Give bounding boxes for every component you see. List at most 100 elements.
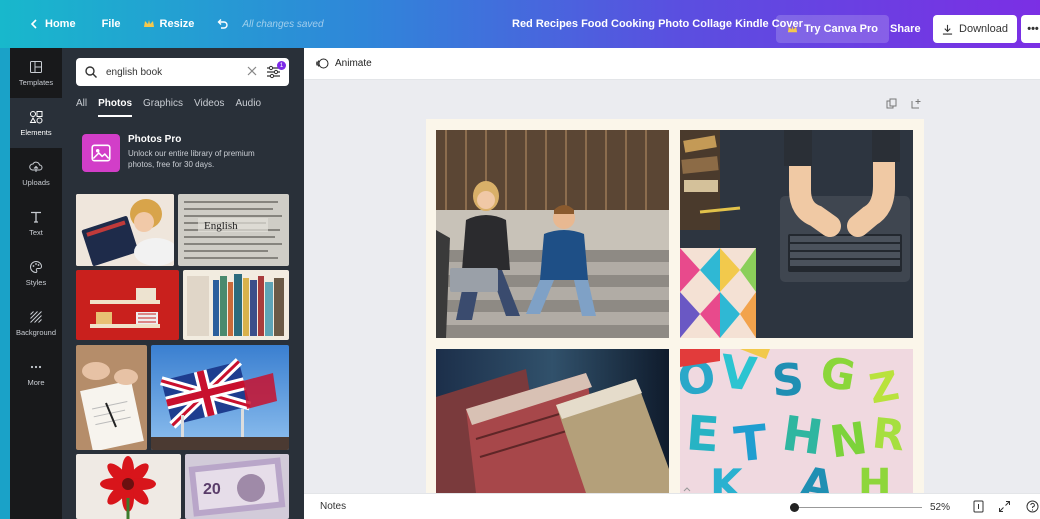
tab-graphics[interactable]: Graphics: [143, 98, 183, 117]
svg-text:R: R: [870, 408, 907, 460]
tab-photos[interactable]: Photos: [98, 98, 133, 117]
svg-text:V: V: [718, 349, 759, 402]
zoom-slider-track[interactable]: [790, 507, 922, 508]
top-bar: Home File Resize All changes saved Red R…: [0, 0, 1040, 48]
svg-text:20: 20: [203, 481, 221, 498]
chevron-up-icon: [683, 487, 691, 492]
download-button[interactable]: Download: [933, 15, 1017, 43]
side-navigation: Templates Elements Uploads Text Styles B…: [10, 48, 62, 519]
svg-text:K: K: [710, 460, 744, 493]
duplicate-page-icon[interactable]: [886, 98, 897, 109]
more-options-button[interactable]: •••: [1021, 15, 1040, 43]
nav-background[interactable]: Background: [10, 298, 62, 348]
photo-thumbnail[interactable]: English: [178, 194, 289, 266]
photo-thumbnail[interactable]: [76, 454, 181, 519]
download-label: Download: [959, 23, 1008, 35]
red-bookshelf-photo: [76, 270, 179, 340]
search-box: 1: [76, 58, 289, 86]
nav-elements[interactable]: Elements: [10, 98, 62, 148]
resize-label: Resize: [159, 18, 195, 30]
bottom-bar: Notes 52%: [304, 493, 1040, 519]
ellipsis-icon: [30, 365, 42, 368]
svg-text:H: H: [858, 461, 891, 493]
photo-thumbnail[interactable]: [183, 270, 289, 340]
promo-title: Photos Pro: [128, 134, 182, 145]
svg-text:H: H: [779, 405, 827, 466]
resize-button[interactable]: Resize: [143, 18, 195, 30]
crown-icon: [787, 25, 798, 32]
file-label: File: [101, 18, 121, 30]
saved-status: All changes saved: [242, 18, 324, 30]
svg-text:S: S: [770, 354, 805, 407]
clear-search-icon[interactable]: [246, 65, 258, 77]
nav-more-label: More: [27, 377, 45, 387]
notes-button[interactable]: Notes: [320, 501, 346, 512]
tab-videos[interactable]: Videos: [194, 98, 224, 117]
nav-styles-label: Styles: [25, 277, 47, 287]
photo-thumbnail[interactable]: 20: [185, 454, 289, 519]
home-button[interactable]: Home: [28, 18, 76, 30]
palette-icon: [30, 260, 43, 273]
nav-text[interactable]: Text: [10, 198, 62, 248]
cloud-upload-icon: [29, 161, 43, 172]
nav-uploads[interactable]: Uploads: [10, 148, 62, 198]
try-pro-label: Try Canva Pro: [804, 23, 878, 35]
svg-text:E: E: [684, 405, 721, 463]
crown-icon: [143, 20, 154, 27]
collage-photo-students[interactable]: [436, 130, 669, 338]
hands-writing-photo: [76, 345, 147, 450]
photo-thumbnail[interactable]: [151, 345, 289, 450]
tab-audio[interactable]: Audio: [235, 98, 261, 117]
nav-styles[interactable]: Styles: [10, 248, 62, 298]
search-icon: [85, 66, 97, 78]
svg-text:English: English: [204, 220, 238, 232]
undo-button[interactable]: [216, 18, 228, 30]
download-icon: [942, 24, 953, 35]
photo-thumbnail[interactable]: [76, 194, 174, 266]
photo-thumbnail[interactable]: [76, 345, 147, 450]
elements-icon: [29, 110, 43, 123]
canva-editor: Home File Resize All changes saved Red R…: [0, 0, 1040, 519]
page-view-icon[interactable]: [972, 500, 985, 513]
document-title[interactable]: Red Recipes Food Cooking Photo Collage K…: [512, 0, 803, 48]
dictionary-page-photo: English: [178, 194, 289, 266]
editor-toolbar: Animate: [304, 48, 1040, 80]
nav-background-label: Background: [15, 327, 57, 337]
photos-panel: 1 All Photos Graphics Videos Audio Photo…: [62, 48, 304, 519]
collage-photo-old-books[interactable]: [436, 349, 669, 493]
collage-photo-alphabet-letters[interactable]: O V S G Z E T H N R K A H: [680, 349, 913, 493]
union-jack-flag-photo: [151, 345, 289, 450]
fullscreen-icon[interactable]: [998, 500, 1011, 513]
animate-button[interactable]: Animate: [316, 57, 372, 70]
panel-tabs: All Photos Graphics Videos Audio: [76, 98, 261, 117]
tab-all[interactable]: All: [76, 98, 87, 117]
try-pro-button[interactable]: Try Canva Pro: [776, 15, 889, 43]
add-page-icon[interactable]: [911, 98, 922, 109]
share-button[interactable]: Share: [880, 15, 931, 43]
window-edge: [0, 48, 10, 519]
page-tools: [886, 98, 922, 109]
nav-more[interactable]: More: [10, 348, 62, 398]
nav-templates-label: Templates: [18, 77, 54, 87]
girl-reading-book-photo: [76, 194, 174, 266]
search-input[interactable]: [106, 66, 236, 78]
nav-templates[interactable]: Templates: [10, 48, 62, 98]
file-menu[interactable]: File: [102, 18, 121, 30]
photos-pro-promo[interactable]: Photos Pro Unlock our entire library of …: [82, 134, 278, 172]
image-icon: [82, 134, 120, 172]
design-page[interactable]: O V S G Z E T H N R K A H: [426, 119, 924, 493]
chevron-left-icon: [30, 19, 37, 29]
zoom-slider-knob[interactable]: [790, 503, 799, 512]
templates-icon: [30, 60, 42, 73]
zoom-level[interactable]: 52%: [930, 502, 950, 513]
collage-photo-laptop[interactable]: [680, 130, 913, 338]
promo-description: Unlock our entire library of premium pho…: [128, 149, 255, 169]
photo-thumbnail[interactable]: [76, 270, 179, 340]
help-icon[interactable]: [1026, 500, 1039, 513]
design-canvas-area: O V S G Z E T H N R K A H: [304, 80, 1040, 493]
animate-icon: [316, 58, 329, 69]
text-icon: [31, 211, 41, 223]
filter-count-badge: 1: [277, 61, 286, 70]
animate-label: Animate: [335, 58, 372, 69]
home-label: Home: [45, 18, 76, 30]
